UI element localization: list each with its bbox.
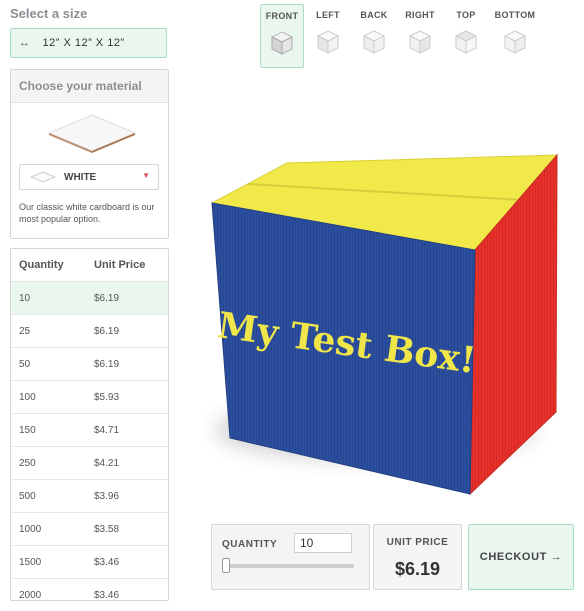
table-row[interactable]: 250 $4.21: [11, 447, 168, 480]
table-row[interactable]: 1500 $3.46: [11, 546, 168, 579]
box-preview[interactable]: My Test Box!: [190, 120, 570, 510]
tab-left-label: LEFT: [316, 10, 340, 20]
material-heading: Choose your material: [11, 70, 168, 103]
white-cardboard-mini-icon: [30, 171, 56, 183]
row-quantity: 250: [19, 457, 36, 469]
material-dropdown[interactable]: WHITE ▼: [19, 164, 159, 190]
unit-price-value: $6.19: [394, 559, 441, 579]
row-price: $6.19: [94, 325, 120, 337]
white-cardboard-swatch-icon: [47, 114, 137, 153]
quantity-slider-track[interactable]: [224, 564, 354, 568]
tab-top-label: TOP: [456, 10, 476, 20]
row-price: $3.46: [94, 589, 120, 601]
table-row[interactable]: 1000 $3.58: [11, 513, 168, 546]
table-row[interactable]: 150 $4.71: [11, 414, 168, 447]
tab-bottom-label: BOTTOM: [494, 10, 536, 20]
price-table: Quantity Unit Price 10 $6.19 25 $6.19 50 $6…: [10, 248, 169, 601]
tab-front-label: FRONT: [265, 11, 299, 21]
quantity-column-header: Quantity: [19, 259, 64, 271]
tab-back-label: BACK: [360, 10, 388, 20]
row-quantity: 500: [19, 490, 36, 502]
table-row[interactable]: 100 $5.93: [11, 381, 168, 414]
material-description: Our classic white cardboard is our most …: [19, 202, 155, 224]
tab-right[interactable]: RIGHT: [398, 4, 442, 68]
row-price: $6.19: [94, 292, 120, 304]
size-value: 12” X 12” X 12”: [42, 37, 125, 49]
size-heading: Select a size: [10, 6, 88, 21]
row-price: $6.19: [94, 358, 120, 370]
material-panel: Choose your material WHITE ▼ Our classic…: [10, 69, 169, 239]
row-quantity: 10: [19, 292, 31, 304]
row-quantity: 1000: [19, 523, 42, 535]
dropdown-caret-icon: ▼: [142, 171, 150, 180]
tab-front[interactable]: FRONT: [260, 4, 304, 68]
material-selected-label: WHITE: [64, 171, 97, 183]
table-row[interactable]: 2000 $3.46: [11, 579, 168, 611]
unit-price-column-header: Unit Price: [94, 259, 146, 271]
row-price: $3.58: [94, 523, 120, 535]
row-price: $4.71: [94, 424, 120, 436]
view-tabs: FRONT LEFT BACK RIGHT TOP BOTTOM: [260, 4, 540, 70]
unit-price-label: UNIT PRICE: [386, 537, 449, 548]
cube-bottom-icon: [503, 30, 527, 54]
unit-price-panel: UNIT PRICE $6.19: [373, 524, 462, 590]
tab-top[interactable]: TOP: [444, 4, 488, 68]
table-row[interactable]: 500 $3.96: [11, 480, 168, 513]
checkout-label: CHECKOUT →: [479, 551, 563, 563]
row-price: $3.96: [94, 490, 120, 502]
quantity-input[interactable]: [294, 533, 352, 553]
quantity-label: QUANTITY: [222, 539, 278, 550]
row-quantity: 150: [19, 424, 36, 436]
table-row[interactable]: 10 $6.19: [11, 282, 168, 315]
table-row[interactable]: 50 $6.19: [11, 348, 168, 381]
cube-front-icon: [270, 31, 294, 55]
size-selector[interactable]: ↔ 12” X 12” X 12”: [10, 28, 167, 58]
checkout-button[interactable]: CHECKOUT →: [468, 524, 574, 590]
row-quantity: 100: [19, 391, 36, 403]
row-price: $3.46: [94, 556, 120, 568]
row-price: $4.21: [94, 457, 120, 469]
row-price: $5.93: [94, 391, 120, 403]
cube-top-icon: [454, 30, 478, 54]
cube-back-icon: [362, 30, 386, 54]
row-quantity: 25: [19, 325, 31, 337]
table-row[interactable]: 25 $6.19: [11, 315, 168, 348]
resize-arrows-icon: ↔: [19, 37, 31, 49]
cube-right-icon: [408, 30, 432, 54]
quantity-panel: QUANTITY: [211, 524, 370, 590]
cube-left-icon: [316, 30, 340, 54]
row-quantity: 1500: [19, 556, 42, 568]
tab-right-label: RIGHT: [405, 10, 435, 20]
tab-bottom[interactable]: BOTTOM: [490, 4, 540, 68]
row-quantity: 50: [19, 358, 31, 370]
tab-left[interactable]: LEFT: [306, 4, 350, 68]
tab-back[interactable]: BACK: [352, 4, 396, 68]
price-table-header: Quantity Unit Price: [11, 249, 168, 282]
row-quantity: 2000: [19, 589, 42, 601]
quantity-slider-handle[interactable]: [222, 558, 230, 573]
